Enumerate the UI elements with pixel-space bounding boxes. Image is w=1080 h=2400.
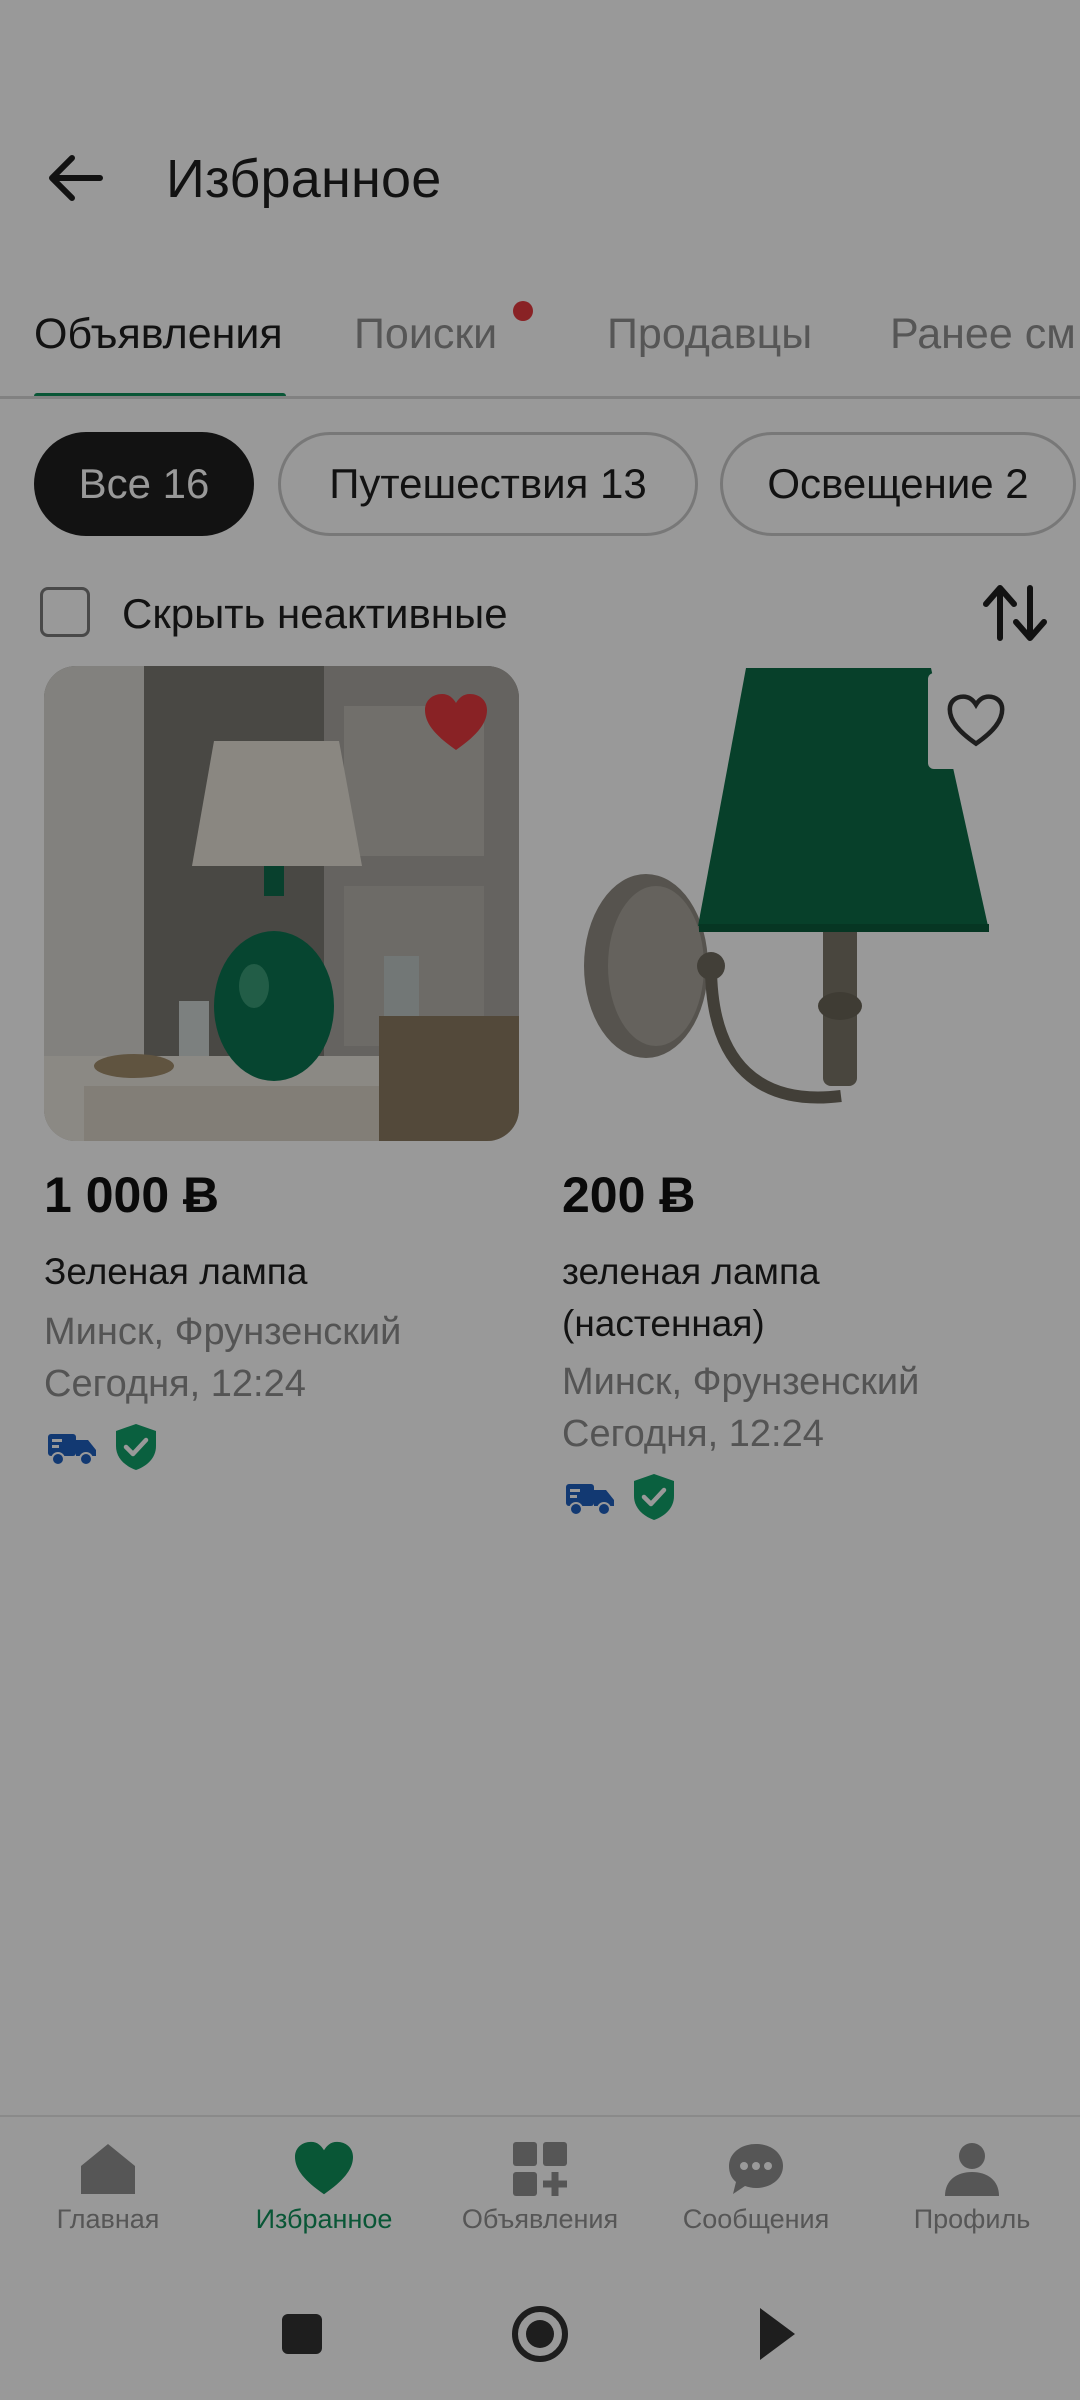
listing-title-line1: зеленая лампа bbox=[562, 1251, 820, 1292]
arrow-left-icon bbox=[49, 155, 103, 201]
nav-item-messages[interactable]: Сообщения bbox=[648, 2140, 864, 2235]
chip-travel[interactable]: Путешествия 13 bbox=[278, 432, 698, 536]
nav-item-ads[interactable]: Объявления bbox=[432, 2140, 648, 2235]
hide-inactive-label: Скрыть неактивные bbox=[122, 590, 508, 637]
listing-title[interactable]: Зеленая лампа bbox=[44, 1246, 307, 1298]
tab-recently-viewed[interactable]: Ранее см bbox=[890, 310, 1076, 359]
listing-price: 1 000 Ƀ bbox=[44, 1167, 220, 1223]
delivery-truck-icon bbox=[564, 1474, 616, 1520]
tab-ads[interactable]: Объявления bbox=[34, 310, 283, 359]
back-system-icon[interactable] bbox=[760, 2308, 795, 2360]
nav-item-favorites[interactable]: Избранное bbox=[216, 2140, 432, 2235]
chip-lighting[interactable]: Освещение 2 bbox=[720, 432, 1076, 536]
verified-shield-icon bbox=[112, 1422, 164, 1470]
heart-icon bbox=[295, 2141, 353, 2195]
nav-label: Профиль bbox=[913, 2204, 1031, 2234]
sort-arrows-icon bbox=[983, 585, 1047, 641]
tab-searches[interactable]: Поиски bbox=[354, 310, 497, 359]
delivery-truck-icon bbox=[46, 1424, 98, 1470]
listing-time: Сегодня, 12:24 bbox=[44, 1363, 306, 1405]
listing-title-line2: (настенная) bbox=[562, 1303, 765, 1344]
nav-label: Объявления bbox=[461, 2204, 619, 2234]
listing-price: 200 Ƀ bbox=[562, 1167, 696, 1223]
listing-location: Минск, Фрунзенский bbox=[562, 1361, 920, 1403]
home-icon bbox=[81, 2144, 135, 2194]
nav-label: Избранное bbox=[255, 2204, 393, 2234]
back-button[interactable] bbox=[40, 142, 112, 214]
nav-label: Сообщения bbox=[682, 2204, 830, 2234]
system-navigation-bar bbox=[0, 2270, 1080, 2400]
favorite-heart-icon[interactable] bbox=[423, 692, 489, 754]
chip-all[interactable]: Все 16 bbox=[34, 432, 254, 536]
chat-icon bbox=[729, 2144, 783, 2194]
sort-button[interactable] bbox=[980, 580, 1050, 646]
listing-time: Сегодня, 12:24 bbox=[562, 1413, 824, 1455]
nav-label: Главная bbox=[56, 2204, 160, 2234]
favorite-heart-outline-icon[interactable] bbox=[928, 673, 1024, 769]
tabs-divider bbox=[0, 396, 1080, 399]
ads-grid-icon bbox=[513, 2142, 567, 2196]
listing-location: Минск, Фрунзенский bbox=[44, 1311, 402, 1353]
hide-inactive-checkbox[interactable] bbox=[40, 587, 90, 637]
listing-title[interactable]: зеленая лампа (настенная) bbox=[562, 1246, 820, 1350]
profile-icon bbox=[945, 2143, 999, 2196]
tab-sellers[interactable]: Продавцы bbox=[607, 310, 812, 359]
page-title: Избранное bbox=[166, 149, 442, 209]
verified-shield-icon bbox=[630, 1472, 682, 1520]
new-indicator-dot bbox=[513, 301, 533, 321]
nav-item-home[interactable]: Главная bbox=[0, 2140, 216, 2235]
nav-item-profile[interactable]: Профиль bbox=[864, 2140, 1080, 2235]
recent-apps-icon[interactable] bbox=[282, 2314, 322, 2354]
